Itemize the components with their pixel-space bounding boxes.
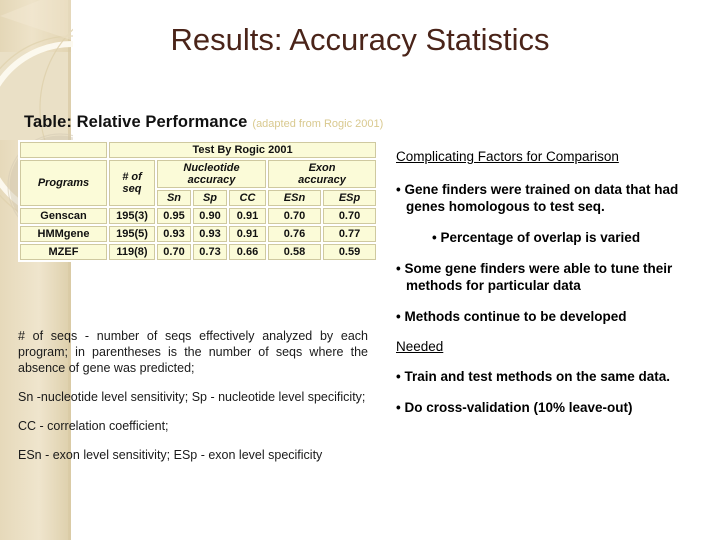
relative-performance-table: Test By Rogic 2001 Programs # of seq Nuc… bbox=[18, 140, 379, 262]
row-program-name: Genscan bbox=[20, 208, 107, 224]
table-caption-main: Table: Relative Performance bbox=[24, 113, 248, 131]
row-esn: 0.70 bbox=[268, 208, 321, 224]
row-sp: 0.90 bbox=[193, 208, 227, 224]
table-header-sn: Sn bbox=[157, 190, 191, 206]
legend-paragraph: # of seqs - number of seqs effectively a… bbox=[18, 329, 368, 375]
legend-paragraph: CC - correlation coefficient; bbox=[18, 419, 169, 433]
row-numseq: 195(3) bbox=[109, 208, 155, 224]
bullet-item: • Some gene finders were able to tune th… bbox=[396, 261, 673, 293]
row-cc: 0.91 bbox=[229, 226, 266, 242]
row-sp: 0.93 bbox=[193, 226, 227, 242]
row-sn: 0.70 bbox=[157, 244, 191, 260]
table-row: HMMgene 195(5) 0.93 0.93 0.91 0.76 0.77 bbox=[20, 226, 377, 242]
table-header-esp: ESp bbox=[323, 190, 377, 206]
row-cc: 0.91 bbox=[229, 208, 266, 224]
row-sp: 0.73 bbox=[193, 244, 227, 260]
heading-needed: Needed bbox=[396, 339, 444, 354]
table-caption: Table: Relative Performance (adapted from… bbox=[24, 113, 383, 132]
table-header-cc: CC bbox=[229, 190, 266, 206]
table-row: Genscan 195(3) 0.95 0.90 0.91 0.70 0.70 bbox=[20, 208, 377, 224]
table-header-programs: Programs bbox=[20, 160, 107, 206]
table-corner-blank bbox=[20, 142, 107, 158]
table-row-grouphdr: Programs # of seq Nucleotide accuracy Ex… bbox=[20, 160, 377, 206]
row-numseq: 119(8) bbox=[109, 244, 155, 260]
bullet-item: • Gene finders were trained on data that… bbox=[396, 182, 679, 214]
bullet-item: • Do cross-validation (10% leave-out) bbox=[396, 400, 633, 415]
legend-paragraph: Sn -nucleotide level sensitivity; Sp - n… bbox=[18, 390, 366, 404]
row-esp: 0.77 bbox=[323, 226, 377, 242]
numseq-line1: # of bbox=[122, 171, 142, 183]
page-title: Results: Accuracy Statistics bbox=[170, 22, 550, 57]
table-caption-source: (adapted from Rogic 2001) bbox=[252, 118, 384, 130]
bullet-item: • Methods continue to be developed bbox=[396, 309, 627, 324]
bullet-item: • Percentage of overlap is varied bbox=[432, 230, 641, 245]
bullet-item: • Train and test methods on the same dat… bbox=[396, 369, 671, 384]
row-sn: 0.93 bbox=[157, 226, 191, 242]
row-esn: 0.58 bbox=[268, 244, 321, 260]
table-header-nucleotide-accuracy: Nucleotide accuracy bbox=[157, 160, 266, 188]
row-sn: 0.95 bbox=[157, 208, 191, 224]
right-text-column: Complicating Factors for Comparison • Ge… bbox=[396, 148, 708, 430]
nucleotide-line2: accuracy bbox=[187, 174, 236, 186]
row-cc: 0.66 bbox=[229, 244, 266, 260]
legend-paragraph: ESn - exon level sensitivity; ESp - exon… bbox=[18, 448, 323, 462]
table-header-esn: ESn bbox=[268, 190, 321, 206]
exon-line1: Exon bbox=[308, 162, 336, 174]
exon-line2: accuracy bbox=[298, 174, 346, 186]
row-esp: 0.70 bbox=[323, 208, 377, 224]
perf-table: Test By Rogic 2001 Programs # of seq Nuc… bbox=[18, 140, 379, 262]
row-esn: 0.76 bbox=[268, 226, 321, 242]
row-program-name: MZEF bbox=[20, 244, 107, 260]
table-superheader: Test By Rogic 2001 bbox=[109, 142, 377, 158]
heading-complicating-factors: Complicating Factors for Comparison bbox=[396, 149, 619, 164]
row-numseq: 195(5) bbox=[109, 226, 155, 242]
table-row-superheader: Test By Rogic 2001 bbox=[20, 142, 377, 158]
row-esp: 0.59 bbox=[323, 244, 377, 260]
table-header-sp: Sp bbox=[193, 190, 227, 206]
nucleotide-line1: Nucleotide bbox=[183, 162, 240, 174]
table-header-numseq: # of seq bbox=[109, 160, 155, 206]
table-header-exon-accuracy: Exon accuracy bbox=[268, 160, 377, 188]
row-program-name: HMMgene bbox=[20, 226, 107, 242]
table-legend: # of seqs - number of seqs effectively a… bbox=[18, 328, 368, 463]
table-row: MZEF 119(8) 0.70 0.73 0.66 0.58 0.59 bbox=[20, 244, 377, 260]
numseq-line2: seq bbox=[122, 183, 142, 195]
